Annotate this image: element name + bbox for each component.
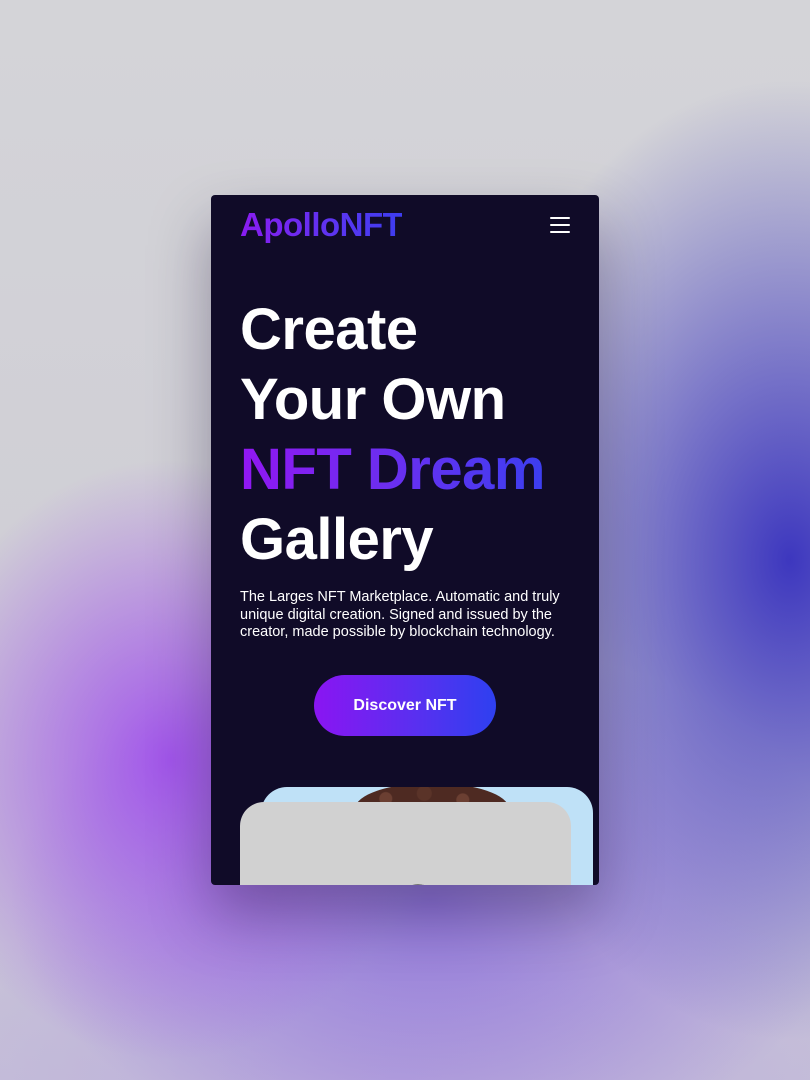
hero-title-highlight: NFT Dream xyxy=(240,435,545,505)
menu-bar xyxy=(550,224,570,226)
hero-title: Create Your Own NFT Dream Gallery xyxy=(240,295,545,575)
menu-bar xyxy=(550,217,570,219)
navbar: ApolloNFT xyxy=(240,203,570,247)
hero-title-line: Your Own xyxy=(240,367,506,432)
nft-artwork-sketch xyxy=(412,884,425,885)
brand-logo[interactable]: ApolloNFT xyxy=(240,206,403,244)
hero-description: The Larges NFT Marketplace. Automatic an… xyxy=(240,589,560,640)
mobile-screen: ApolloNFT Create Your Own NFT Dream Gall… xyxy=(211,195,599,885)
menu-bar xyxy=(550,231,570,233)
hero-title-line: Gallery xyxy=(240,507,434,572)
hero-title-line: Create xyxy=(240,297,418,362)
hamburger-menu-icon[interactable] xyxy=(550,215,570,235)
discover-nft-button[interactable]: Discover NFT xyxy=(314,675,496,736)
nft-card-front[interactable] xyxy=(240,802,571,885)
